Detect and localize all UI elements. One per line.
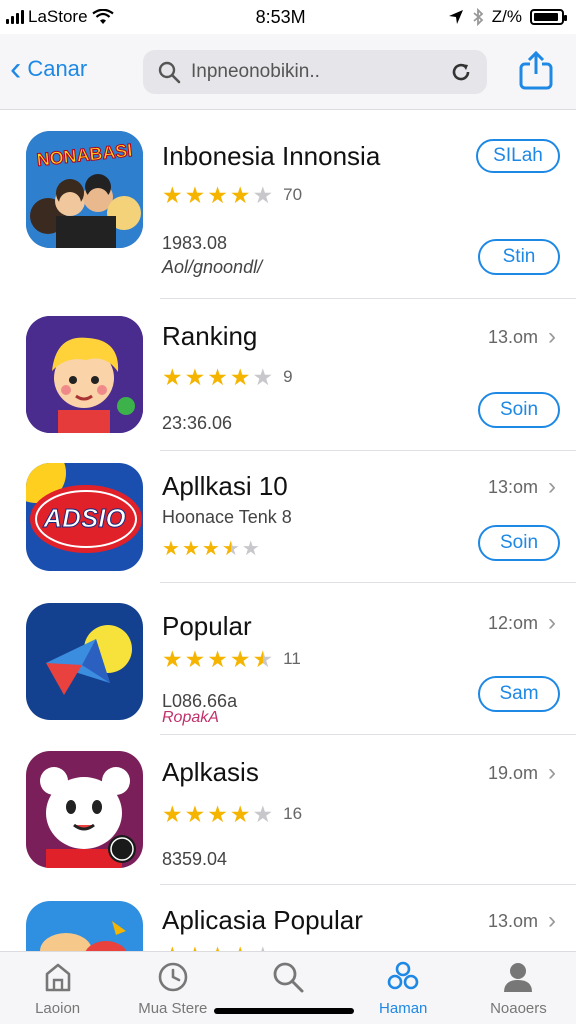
app-size-link[interactable]: 12:om › [488, 609, 556, 637]
rating-count: 70 [283, 185, 303, 204]
star-rating: ★★★★★ [162, 538, 260, 560]
battery-percent: Z/% [491, 7, 522, 26]
apps-icon [387, 961, 419, 990]
tab-store[interactable]: Mua Stere [115, 952, 230, 1024]
list-item[interactable]: Aplkasis ★ ★ ★ ★ ★ 16 8359.04 19.om › [0, 735, 576, 885]
star-rating: ★ ★ ★ ★ ★ 11 [162, 646, 301, 672]
get-button[interactable]: Stin [478, 239, 560, 275]
cartoon-group-icon: NONABASI [26, 131, 143, 248]
app-meta: Hoonace Tenk 8 [162, 507, 292, 527]
get-button[interactable]: Sam [478, 676, 560, 712]
app-size: 12:om [487, 612, 538, 633]
app-size: 19.om [487, 762, 538, 783]
home-icon [45, 963, 70, 992]
app-title: Ranking [162, 321, 258, 351]
status-left: LaStore [6, 7, 114, 27]
tab-label: Noaoers [490, 1000, 547, 1017]
share-icon[interactable] [518, 50, 554, 90]
app-size-link[interactable]: 13.om › [488, 323, 556, 351]
app-title: Aplkasis [162, 757, 259, 787]
search-icon [273, 962, 304, 993]
clock-icon [158, 962, 188, 992]
app-size: 13:om [487, 476, 538, 497]
get-button[interactable]: Soin [478, 392, 560, 428]
person-icon [504, 963, 533, 992]
search-bar[interactable] [143, 50, 487, 94]
colorful-app-icon [26, 901, 143, 951]
app-list: NONABASI Inbonesia Innonsia ★ ★ ★ ★ ★ 70 198… [0, 111, 576, 951]
cartoon-boy-icon [26, 316, 143, 433]
app-meta: 23:36.06 [162, 413, 233, 433]
red-badge-icon: ADSIO [26, 463, 143, 571]
wifi-icon [91, 9, 114, 24]
tab-home[interactable]: Laoion [0, 952, 115, 1024]
app-meta-secondary: RopakA [162, 709, 219, 726]
home-indicator [214, 1008, 354, 1014]
tab-label: Mua Stere [138, 1000, 208, 1017]
app-size: 13.om [487, 326, 538, 347]
refresh-icon[interactable] [449, 60, 473, 84]
app-title: Aplicasia Popular [162, 905, 363, 935]
star-rating: ★ ★ ★ ★ ★ 70 [162, 182, 303, 208]
app-size-link[interactable]: 13:om › [488, 473, 556, 501]
carrier-label: LaStore [28, 7, 88, 26]
tab-apps[interactable]: Haman [346, 952, 461, 1024]
status-bar: LaStore 8:53M Z/% [0, 0, 576, 34]
app-size-link[interactable]: 19.om › [488, 759, 556, 787]
bear-mascot-icon [26, 751, 143, 868]
app-title: Popular [162, 611, 252, 641]
list-item[interactable]: NONABASI Inbonesia Innonsia ★ ★ ★ ★ ★ 70 198… [0, 111, 576, 299]
get-button[interactable]: Soin [478, 525, 560, 561]
app-meta: 1983.08 [162, 233, 228, 253]
list-item[interactable]: Popular ★ ★ ★ ★ ★ 11 L086.66a RopakA 12:om ›… [0, 583, 576, 735]
search-input[interactable] [191, 61, 439, 83]
star-rating: ★ ★ ★ ★ ★ 16 [162, 801, 303, 827]
star-rating: ★★★★★ [162, 943, 273, 951]
rating-count: 16 [283, 804, 303, 823]
battery-icon [530, 9, 567, 25]
chevron-left-icon: ‹ [10, 50, 22, 88]
chevron-right-icon: › [548, 907, 556, 934]
app-size: 13.om [487, 910, 538, 931]
paper-plane-icon [26, 603, 143, 720]
star-rating: ★ ★ ★ ★ ★ 9 [162, 364, 293, 390]
chevron-right-icon: › [548, 609, 556, 636]
back-label: Canar [27, 56, 88, 81]
back-button[interactable]: ‹ Canar [10, 52, 87, 86]
rating-count: 9 [283, 367, 293, 386]
rating-count: 11 [283, 649, 301, 668]
nav-bar: ‹ Canar [0, 34, 576, 110]
chevron-right-icon: › [548, 473, 556, 500]
search-icon [158, 61, 181, 84]
tab-profile[interactable]: Noaoers [461, 952, 576, 1024]
app-title: Apllkasi 10 [162, 471, 288, 501]
list-item[interactable]: Ranking ★ ★ ★ ★ ★ 9 23:36.06 13.om › Soin [0, 299, 576, 451]
tab-label: Laoion [35, 1000, 81, 1017]
chevron-right-icon: › [548, 323, 556, 350]
list-item[interactable]: ADSIO Apllkasi 10 Hoonace Tenk 8 ★ ★ ★ ★ ★ 1… [0, 451, 576, 583]
app-meta-secondary: Aol/gnoondl/ [162, 257, 263, 277]
app-meta: 8359.04 [162, 849, 228, 869]
tab-label: Haman [379, 1000, 428, 1017]
get-button[interactable]: SILah [476, 139, 560, 173]
bluetooth-icon [473, 8, 484, 26]
chevron-right-icon: › [548, 759, 556, 786]
app-size-link[interactable]: 13.om › [488, 907, 556, 935]
status-time: 8:53M [255, 6, 306, 27]
icon-title-text: ADSIO [43, 503, 126, 534]
list-item[interactable]: Aplicasia Popular ★★★★★ 13.om › [0, 885, 576, 951]
app-title: Inbonesia Innonsia [162, 141, 381, 171]
status-right: Z/% [448, 7, 567, 27]
location-icon [448, 10, 463, 24]
signal-icon [6, 10, 24, 24]
